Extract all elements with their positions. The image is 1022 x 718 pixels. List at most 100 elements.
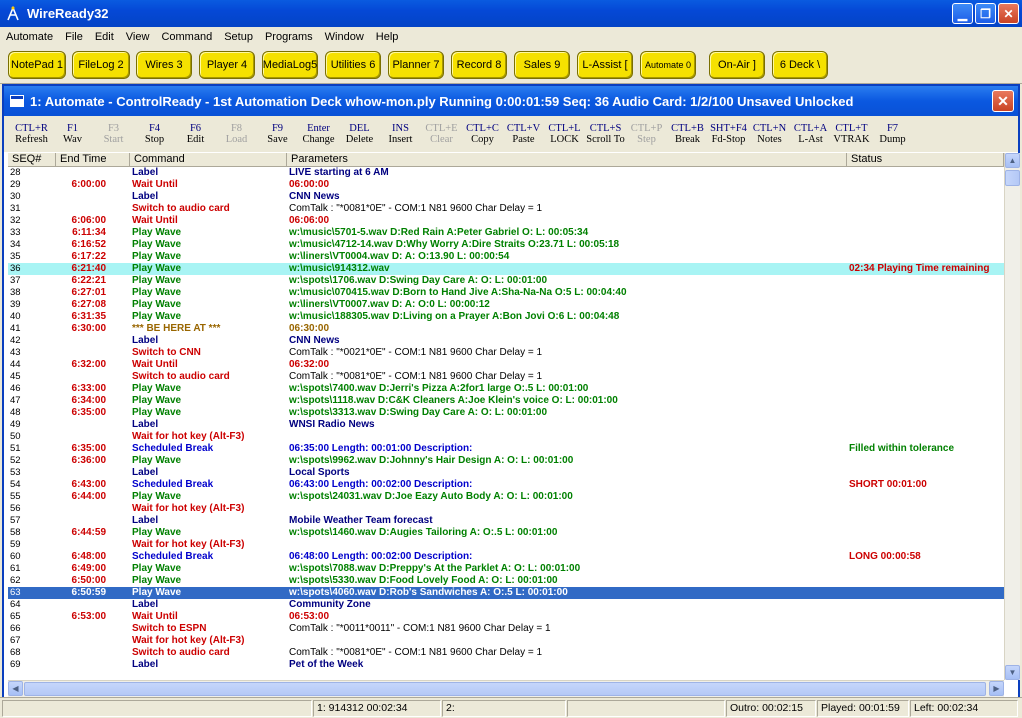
scroll-down-button[interactable]: ▼ — [1005, 665, 1020, 680]
table-row[interactable]: 35 6:17:22 Play Wave w:\liners\VT0004.wav D… — [8, 251, 1004, 263]
toolbar-button-vtrak[interactable]: CTL+T VTRAK — [831, 119, 872, 149]
toolbar-button-l-ast[interactable]: CTL+A L-Ast — [790, 119, 831, 149]
toolbar-button-lock[interactable]: CTL+L LOCK — [544, 119, 585, 149]
table-row[interactable]: 57 Label Mobile Weather Team forecast — [8, 515, 1004, 527]
toolbar-button-paste[interactable]: CTL+V Paste — [503, 119, 544, 149]
deck-wires-button[interactable]: Wires 3 — [136, 51, 192, 79]
automation-log-grid[interactable]: SEQ# End Time Command Parameters Status … — [8, 153, 1004, 680]
table-row[interactable]: 48 6:35:00 Play Wave w:\spots\3313.wav D:Sw… — [8, 407, 1004, 419]
toolbar-button-refresh[interactable]: CTL+R Refresh — [11, 119, 52, 149]
table-row[interactable]: 47 6:34:00 Play Wave w:\spots\1118.wav D:C&… — [8, 395, 1004, 407]
deck-record-button[interactable]: Record 8 — [451, 51, 507, 79]
deck-notepad-button[interactable]: NotePad 1 — [8, 51, 66, 79]
menu-window[interactable]: Window — [319, 31, 370, 43]
deck-medialog-button[interactable]: MediaLog5 — [262, 51, 318, 79]
toolbar-button-wav[interactable]: F1 Wav — [52, 119, 93, 149]
table-row[interactable]: 46 6:33:00 Play Wave w:\spots\7400.wav D:Je… — [8, 383, 1004, 395]
deck-6deck-button[interactable]: 6 Deck \ — [772, 51, 828, 79]
deck-onair-button[interactable]: On-Air ] — [709, 51, 765, 79]
close-button[interactable]: ✕ — [998, 3, 1019, 24]
table-row[interactable]: 69 Label Pet of the Week — [8, 659, 1004, 671]
table-row[interactable]: 29 6:00:00 Wait Until 06:00:00 — [8, 179, 1004, 191]
column-header-end-time[interactable]: End Time — [56, 153, 130, 166]
table-row[interactable]: 56 Wait for hot key (Alt-F3) — [8, 503, 1004, 515]
table-row[interactable]: 34 6:16:52 Play Wave w:\music\4712-14.wav D… — [8, 239, 1004, 251]
table-row[interactable]: 50 Wait for hot key (Alt-F3) — [8, 431, 1004, 443]
deck-player-button[interactable]: Player 4 — [199, 51, 255, 79]
horizontal-scroll-thumb[interactable] — [24, 682, 986, 696]
horizontal-scrollbar[interactable]: ◀ ▶ — [8, 680, 1004, 697]
toolbar-button-notes[interactable]: CTL+N Notes — [749, 119, 790, 149]
menu-help[interactable]: Help — [370, 31, 405, 43]
scroll-right-button[interactable]: ▶ — [989, 681, 1004, 696]
toolbar-button-save[interactable]: F9 Save — [257, 119, 298, 149]
scroll-up-button[interactable]: ▲ — [1005, 153, 1020, 168]
restore-button[interactable]: ❐ — [975, 3, 996, 24]
toolbar-button-copy[interactable]: CTL+C Copy — [462, 119, 503, 149]
column-header-seq[interactable]: SEQ# — [8, 153, 56, 166]
toolbar-button-step[interactable]: CTL+P Step — [626, 119, 667, 149]
toolbar-button-fd-stop[interactable]: SHT+F4 Fd-Stop — [708, 119, 749, 149]
table-row[interactable]: 45 Switch to audio card ComTalk : "*0081*0… — [8, 371, 1004, 383]
table-row[interactable]: 53 Label Local Sports — [8, 467, 1004, 479]
automation-window-title-bar[interactable]: 1: Automate - ControlReady - 1st Automat… — [4, 86, 1018, 116]
table-row[interactable]: 63 6:50:59 Play Wave w:\spots\4060.wav D:Ro… — [8, 587, 1004, 599]
menu-command[interactable]: Command — [155, 31, 218, 43]
table-row[interactable]: 54 6:43:00 Scheduled Break 06:43:00 Length:… — [8, 479, 1004, 491]
toolbar-button-stop[interactable]: F4 Stop — [134, 119, 175, 149]
toolbar-button-load[interactable]: F8 Load — [216, 119, 257, 149]
table-row[interactable]: 64 Label Community Zone — [8, 599, 1004, 611]
vertical-scrollbar[interactable]: ▲ ▼ — [1004, 153, 1020, 680]
vertical-scroll-thumb[interactable] — [1005, 170, 1020, 186]
column-header-status[interactable]: Status — [847, 153, 1004, 166]
deck-utilities-button[interactable]: Utilities 6 — [325, 51, 381, 79]
table-row[interactable]: 65 6:53:00 Wait Until 06:53:00 — [8, 611, 1004, 623]
table-row[interactable]: 36 6:21:40 Play Wave w:\music\914312.wav 02:… — [8, 263, 1004, 275]
deck-planner-button[interactable]: Planner 7 — [388, 51, 444, 79]
app-title-bar[interactable]: WireReady32 ▁ ❐ ✕ — [0, 0, 1022, 27]
menu-automate[interactable]: Automate — [0, 31, 59, 43]
table-row[interactable]: 44 6:32:00 Wait Until 06:32:00 — [8, 359, 1004, 371]
toolbar-button-insert[interactable]: INS Insert — [380, 119, 421, 149]
deck-sales-button[interactable]: Sales 9 — [514, 51, 570, 79]
toolbar-button-change[interactable]: Enter Change — [298, 119, 339, 149]
table-row[interactable]: 51 6:35:00 Scheduled Break 06:35:00 Length:… — [8, 443, 1004, 455]
table-row[interactable]: 62 6:50:00 Play Wave w:\spots\5330.wav D:Fo… — [8, 575, 1004, 587]
column-header-command[interactable]: Command — [130, 153, 287, 166]
table-row[interactable]: 42 Label CNN News — [8, 335, 1004, 347]
table-row[interactable]: 41 6:30:00 *** BE HERE AT *** 06:30:00 — [8, 323, 1004, 335]
table-row[interactable]: 33 6:11:34 Play Wave w:\music\5701-5.wav D:… — [8, 227, 1004, 239]
toolbar-button-start[interactable]: F3 Start — [93, 119, 134, 149]
table-row[interactable]: 55 6:44:00 Play Wave w:\spots\24031.wav D:J… — [8, 491, 1004, 503]
column-header-parameters[interactable]: Parameters — [287, 153, 847, 166]
table-row[interactable]: 67 Wait for hot key (Alt-F3) — [8, 635, 1004, 647]
menu-programs[interactable]: Programs — [259, 31, 319, 43]
toolbar-button-clear[interactable]: CTL+E Clear — [421, 119, 462, 149]
scroll-left-button[interactable]: ◀ — [8, 681, 23, 696]
table-row[interactable]: 60 6:48:00 Scheduled Break 06:48:00 Length:… — [8, 551, 1004, 563]
automation-window-close-button[interactable]: ✕ — [992, 90, 1014, 112]
table-row[interactable]: 52 6:36:00 Play Wave w:\spots\9962.wav D:Jo… — [8, 455, 1004, 467]
table-row[interactable]: 31 Switch to audio card ComTalk : "*0081*0… — [8, 203, 1004, 215]
table-row[interactable]: 37 6:22:21 Play Wave w:\spots\1706.wav D:Sw… — [8, 275, 1004, 287]
menu-edit[interactable]: Edit — [89, 31, 120, 43]
table-row[interactable]: 66 Switch to ESPN ComTalk : "*0011*0011" -… — [8, 623, 1004, 635]
table-row[interactable]: 58 6:44:59 Play Wave w:\spots\1460.wav D:Au… — [8, 527, 1004, 539]
table-row[interactable]: 38 6:27:01 Play Wave w:\music\070415.wav D:… — [8, 287, 1004, 299]
menu-setup[interactable]: Setup — [218, 31, 259, 43]
menu-file[interactable]: File — [59, 31, 89, 43]
toolbar-button-edit[interactable]: F6 Edit — [175, 119, 216, 149]
table-row[interactable]: 43 Switch to CNN ComTalk : "*0021*0E" - CO… — [8, 347, 1004, 359]
toolbar-button-scroll-to[interactable]: CTL+S Scroll To — [585, 119, 626, 149]
toolbar-button-break[interactable]: CTL+B Break — [667, 119, 708, 149]
toolbar-button-delete[interactable]: DEL Delete — [339, 119, 380, 149]
table-row[interactable]: 40 6:31:35 Play Wave w:\music\188305.wav D:… — [8, 311, 1004, 323]
table-row[interactable]: 68 Switch to audio card ComTalk : "*0081*0… — [8, 647, 1004, 659]
table-row[interactable]: 32 6:06:00 Wait Until 06:06:00 — [8, 215, 1004, 227]
table-row[interactable]: 49 Label WNSI Radio News — [8, 419, 1004, 431]
menu-view[interactable]: View — [120, 31, 156, 43]
table-row[interactable]: 30 Label CNN News — [8, 191, 1004, 203]
table-row[interactable]: 59 Wait for hot key (Alt-F3) — [8, 539, 1004, 551]
minimize-button[interactable]: ▁ — [952, 3, 973, 24]
table-row[interactable]: 28 Label LIVE starting at 6 AM — [8, 167, 1004, 179]
